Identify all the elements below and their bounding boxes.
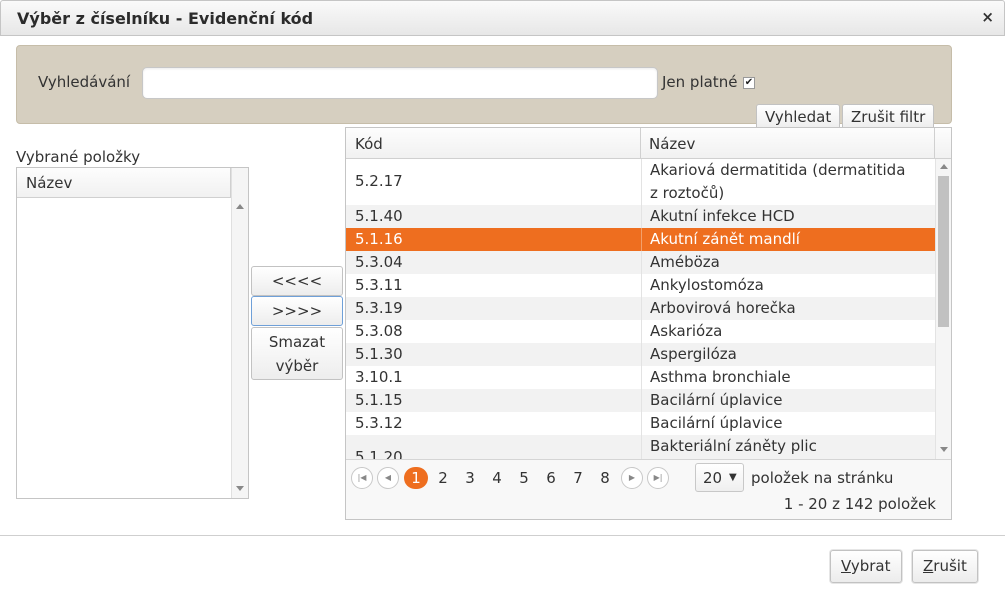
column-header-code[interactable]: Kód [346, 128, 641, 158]
chevron-down-icon: ▼ [729, 472, 737, 483]
search-input[interactable] [142, 67, 658, 99]
select-button-mnemonic: V [841, 557, 851, 575]
table-row[interactable]: 3.10.1 Asthma bronchiale [346, 366, 935, 389]
codes-grid-scrollbar[interactable] [935, 159, 951, 459]
cell-name: Akutní infekce HCD [641, 205, 934, 228]
cell-code: 5.3.12 [355, 414, 403, 432]
column-header-code-label: Kód [355, 135, 383, 153]
codes-grid-body: 5.2.17 Akariová dermatitida (dermatitida… [346, 159, 935, 459]
page-1[interactable]: 1 [404, 467, 428, 489]
table-row[interactable]: 5.3.08 Askarióza [346, 320, 935, 343]
table-row-selected[interactable]: 5.1.16 Akutní zánět mandlí [346, 228, 935, 251]
selected-items-label: Vybrané položky [16, 148, 141, 166]
table-row[interactable]: 5.3.12 Bacilární úplavice [346, 412, 935, 435]
cell-name: Arbovirová horečka [641, 297, 934, 320]
page-size-label: položek na stránku [751, 469, 894, 487]
codes-grid-header: Kód Název [346, 128, 951, 159]
scroll-up-icon[interactable] [236, 204, 244, 209]
cell-code: 5.2.17 [355, 172, 403, 190]
cell-name: Bacilární úplavice [641, 412, 934, 435]
dialog-title: Výběr z číselníku - Evidenční kód [17, 9, 314, 28]
selected-grid-scrollbar[interactable] [231, 168, 248, 498]
next-page-icon[interactable]: ▶ [621, 467, 643, 489]
prev-page-icon[interactable]: ◀ [377, 467, 399, 489]
cell-code: 5.1.30 [355, 345, 403, 363]
cell-code: 5.3.04 [355, 253, 403, 271]
scrollbar-thumb[interactable] [938, 176, 949, 327]
cell-name: Akariová dermatitida (dermatitida z rozto… [641, 159, 934, 205]
page-size-select[interactable]: 20 ▼ [695, 463, 744, 492]
close-icon[interactable]: × [981, 8, 994, 26]
column-header-name[interactable]: Název [641, 128, 935, 158]
cancel-button-label: rušit [933, 557, 967, 575]
page-8[interactable]: 8 [593, 467, 617, 489]
table-row[interactable]: 5.1.15 Bacilární úplavice [346, 389, 935, 412]
cell-name: Akutní zánět mandlí [641, 228, 934, 251]
clear-selection-button[interactable]: Smazat výběr [251, 327, 343, 380]
page-7[interactable]: 7 [566, 467, 590, 489]
cell-name: Bakteriální záněty plic [641, 435, 934, 459]
clear-selection-line1: Smazat [268, 333, 326, 351]
cell-code: 3.10.1 [355, 368, 403, 386]
cell-name: Améböza [641, 251, 934, 274]
cell-name: Bacilární úplavice [641, 389, 934, 412]
table-row[interactable]: 5.3.04 Améböza [346, 251, 935, 274]
cell-code: 5.3.08 [355, 322, 403, 340]
footer-divider [0, 535, 1005, 536]
add-selected-button[interactable]: >>>> [251, 296, 343, 326]
table-row[interactable]: 5.1.20 Bakteriální záněty plic [346, 435, 935, 459]
page-size-value: 20 [703, 469, 723, 487]
search-label: Vyhledávání [38, 73, 131, 91]
cell-code: 5.1.16 [355, 230, 403, 248]
cell-name: Ankylostomóza [641, 274, 934, 297]
pager: |◀ ◀ 1 2 3 4 5 6 7 8 ▶ ▶| 20 ▼ položek n… [346, 459, 951, 519]
pager-info: 1 - 20 z 142 položek [783, 495, 936, 513]
scroll-up-icon[interactable] [940, 164, 948, 169]
selected-grid-column-name: Název [26, 174, 73, 192]
page-4[interactable]: 4 [485, 467, 509, 489]
selected-grid-header[interactable]: Název [17, 168, 231, 198]
selected-items-grid: Název [16, 167, 249, 499]
scroll-down-icon[interactable] [236, 486, 244, 491]
filter-panel: Vyhledávání Jen platné ✔ Vyhledat Zrušit… [16, 45, 952, 131]
table-row[interactable]: 5.1.40 Akutní infekce HCD [346, 205, 935, 228]
remove-selected-button[interactable]: <<<< [251, 266, 343, 296]
valid-only-label: Jen platné [662, 73, 738, 91]
table-row[interactable]: 5.3.11 Ankylostomóza [346, 274, 935, 297]
cancel-button-mnemonic: Z [923, 557, 934, 575]
cell-name: Askarióza [641, 320, 934, 343]
cell-code: 5.1.20 [355, 448, 403, 459]
cell-code: 5.1.15 [355, 391, 403, 409]
scroll-down-icon[interactable] [940, 447, 948, 452]
last-page-icon[interactable]: ▶| [647, 467, 669, 489]
select-button-label: ybrat [850, 557, 891, 575]
valid-only-checkbox[interactable]: ✔ [743, 77, 755, 89]
cell-code: 5.3.11 [355, 276, 403, 294]
column-header-name-label: Název [649, 135, 696, 153]
page-3[interactable]: 3 [458, 467, 482, 489]
table-row[interactable]: 5.1.30 Aspergilóza [346, 343, 935, 366]
codes-grid: Kód Název 5.2.17 Akariová dermatitida (d… [345, 127, 952, 520]
page-5[interactable]: 5 [512, 467, 536, 489]
cancel-button[interactable]: Zrušit [912, 550, 978, 583]
page-2[interactable]: 2 [431, 467, 455, 489]
cell-code: 5.1.40 [355, 207, 403, 225]
table-row[interactable]: 5.3.19 Arbovirová horečka [346, 297, 935, 320]
first-page-icon[interactable]: |◀ [351, 467, 373, 489]
cell-code: 5.3.19 [355, 299, 403, 317]
clear-selection-line2: výběr [275, 357, 319, 375]
table-row[interactable]: 5.2.17 Akariová dermatitida (dermatitida… [346, 159, 935, 205]
cell-name: Asthma bronchiale [641, 366, 934, 389]
select-button[interactable]: Vybrat [830, 550, 902, 583]
page-6[interactable]: 6 [539, 467, 563, 489]
cell-name: Aspergilóza [641, 343, 934, 366]
dialog-titlebar: Výběr z číselníku - Evidenční kód × [0, 0, 1005, 36]
